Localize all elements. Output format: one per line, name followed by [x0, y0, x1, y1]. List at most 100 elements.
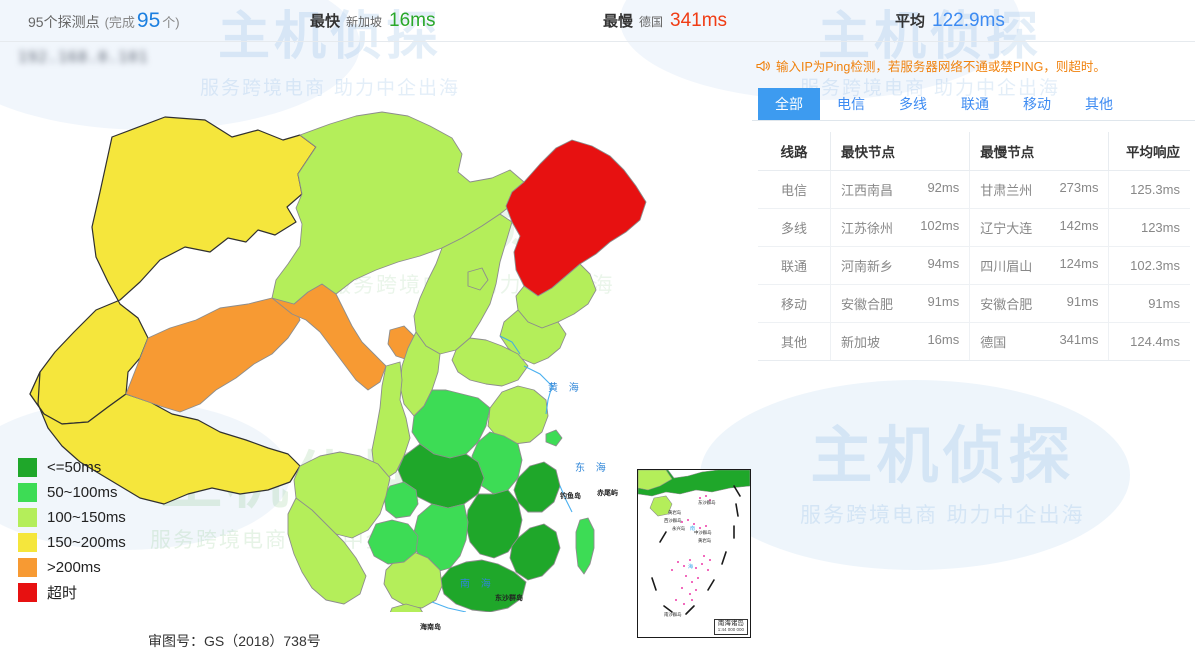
row-average-other: 124.4ms	[1108, 322, 1190, 361]
table-row[interactable]: 电信 江西南昌 92ms 甘肃兰州 273ms 125.3ms	[758, 170, 1190, 209]
average-label: 平均	[895, 12, 926, 30]
summary-header: 95个探测点 (完成 95 个) 最快 新加坡 16ms 最慢 德国 341ms…	[0, 0, 1195, 42]
fastest-node-name: 安徽合肥	[841, 297, 894, 312]
probe-open-paren: (完成	[104, 14, 135, 30]
island-label-hainan: 海南岛	[420, 624, 441, 631]
legend-label-le50ms: <=50ms	[47, 459, 102, 476]
target-ip-text: 192.168.0.101	[18, 48, 149, 66]
row-line-other[interactable]: 其他	[758, 322, 831, 361]
tab-other[interactable]: 其他	[1068, 88, 1130, 120]
average-summary: 平均 122.9ms	[895, 10, 1005, 32]
col-header-fastest-node: 最快节点	[830, 132, 971, 171]
average-value: 122.9ms	[932, 9, 1005, 31]
slowest-node-ms: 124ms	[1059, 256, 1099, 271]
inset-caption: 南海诸岛 1∶44 000 000	[713, 619, 748, 635]
table-row[interactable]: 其他 新加坡 16ms 德国 341ms 124.4ms	[758, 322, 1190, 361]
island-label-dongsha: 东沙群岛	[495, 595, 523, 602]
slowest-node: 德国	[639, 14, 664, 29]
slowest-node-name: 甘肃兰州	[980, 183, 1033, 198]
slowest-node-name: 四川眉山	[980, 259, 1033, 274]
tab-multiline[interactable]: 多线	[882, 88, 944, 120]
row-slowest-unicom: 四川眉山 124ms	[969, 246, 1110, 285]
inset-scale: 1∶44 000 000	[717, 627, 744, 633]
row-average-unicom: 102.3ms	[1108, 246, 1190, 285]
col-header-line: 线路	[758, 132, 831, 171]
svg-text:西沙群岛: 西沙群岛	[664, 517, 682, 524]
ping-notice: 输入IP为Ping检测，若服务器网络不通或禁PING，则超时。	[752, 42, 1195, 75]
province-taiwan[interactable]	[575, 517, 595, 575]
table-body: 电信 江西南昌 92ms 甘肃兰州 273ms 125.3ms 多线 江苏徐州 …	[758, 170, 1190, 361]
row-slowest-other: 德国 341ms	[969, 322, 1110, 361]
legend-label-timeout: 超时	[47, 585, 78, 602]
ping-results-table: 线路 最快节点 最慢节点 平均响应 电信 江西南昌 92ms 甘肃兰州 273m…	[758, 132, 1190, 361]
table-header-row: 线路 最快节点 最慢节点 平均响应	[758, 132, 1190, 171]
fastest-node: 新加坡	[346, 14, 383, 29]
slowest-node-name: 辽宁大连	[980, 221, 1033, 236]
slowest-node-name: 德国	[980, 335, 1007, 350]
province-shanghai[interactable]	[545, 429, 563, 447]
province-chongqing[interactable]	[383, 481, 419, 519]
row-fastest-telecom: 江西南昌 92ms	[830, 170, 971, 209]
legend-item: 超时	[18, 580, 126, 605]
slowest-value: 341ms	[670, 9, 728, 31]
col-header-average-response: 平均响应	[1108, 132, 1190, 171]
fastest-node-name: 江苏徐州	[841, 221, 894, 236]
row-average-multiline: 123ms	[1108, 208, 1190, 247]
row-fastest-other: 新加坡 16ms	[830, 322, 971, 361]
svg-text:海: 海	[688, 563, 693, 570]
legend-item: >200ms	[18, 555, 126, 580]
row-fastest-multiline: 江苏徐州 102ms	[830, 208, 971, 247]
fastest-node-ms: 94ms	[927, 256, 960, 271]
row-slowest-telecom: 甘肃兰州 273ms	[969, 170, 1110, 209]
province-zhejiang[interactable]	[513, 461, 561, 513]
svg-text:黄岩岛: 黄岩岛	[698, 537, 712, 544]
island-label-diaoyu: 钓鱼岛	[560, 493, 581, 500]
row-slowest-mobile: 安徽合肥 91ms	[969, 284, 1110, 323]
row-line-mobile[interactable]: 移动	[758, 284, 831, 323]
legend-swatch-gt200ms	[18, 558, 37, 577]
inset-title: 南海诸岛	[717, 620, 744, 628]
sea-label-yellow-sea: 黄 海	[548, 383, 583, 394]
row-line-unicom[interactable]: 联通	[758, 246, 831, 285]
fastest-node-name: 新加坡	[841, 335, 881, 350]
svg-text:东沙群岛: 东沙群岛	[698, 499, 716, 506]
ping-notice-text: 输入IP为Ping检测，若服务器网络不通或禁PING，则超时。	[776, 60, 1106, 74]
island-label-chiwei: 赤尾屿	[597, 490, 618, 497]
isp-tabs: 全部 电信 多线 联通 移动 其他	[752, 88, 1195, 121]
legend-label-50-100ms: 50~100ms	[47, 484, 118, 501]
legend-swatch-50-100ms	[18, 483, 37, 502]
legend-swatch-100-150ms	[18, 508, 37, 527]
tab-unicom[interactable]: 联通	[944, 88, 1006, 120]
horn-icon-svg	[756, 60, 770, 71]
svg-text:中沙群岛: 中沙群岛	[694, 529, 712, 536]
province-qinghai[interactable]	[125, 297, 301, 413]
probe-completed-count: 95	[136, 8, 161, 32]
slowest-node-ms: 273ms	[1059, 180, 1099, 195]
fastest-node-name: 江西南昌	[841, 183, 894, 198]
legend-item: <=50ms	[18, 455, 126, 480]
map-legend: <=50ms 50~100ms 100~150ms 150~200ms >200…	[18, 455, 126, 605]
tab-mobile[interactable]: 移动	[1006, 88, 1068, 120]
legend-item: 100~150ms	[18, 505, 126, 530]
inset-island-text: 东沙群岛 黄岩岛 西沙群岛 永兴岛 中沙群岛 黄岩岛 南沙群岛	[664, 499, 716, 618]
table-row[interactable]: 移动 安徽合肥 91ms 安徽合肥 91ms 91ms	[758, 284, 1190, 323]
table-row[interactable]: 联通 河南新乡 94ms 四川眉山 124ms 102.3ms	[758, 246, 1190, 285]
row-fastest-unicom: 河南新乡 94ms	[830, 246, 971, 285]
fastest-label: 最快	[310, 12, 341, 30]
row-line-telecom[interactable]: 电信	[758, 170, 831, 209]
slowest-node-ms: 142ms	[1059, 218, 1099, 233]
legend-label-100-150ms: 100~150ms	[47, 509, 126, 526]
sea-label-east-sea: 东 海	[575, 463, 610, 474]
tab-telecom[interactable]: 电信	[820, 88, 882, 120]
svg-text:永兴岛: 永兴岛	[672, 525, 686, 532]
fastest-node-ms: 91ms	[927, 294, 960, 309]
row-line-multiline[interactable]: 多线	[758, 208, 831, 247]
fastest-node-name: 河南新乡	[841, 259, 894, 274]
svg-text:南沙群岛: 南沙群岛	[664, 611, 682, 618]
table-row[interactable]: 多线 江苏徐州 102ms 辽宁大连 142ms 123ms	[758, 208, 1190, 247]
tab-all[interactable]: 全部	[758, 88, 820, 120]
row-average-telecom: 125.3ms	[1108, 170, 1190, 209]
slowest-label: 最慢	[603, 12, 634, 30]
probe-close-paren: 个)	[162, 14, 180, 30]
south-china-sea-inset[interactable]: 南海 东沙群岛 黄岩岛 西沙群岛 永兴岛 中沙群岛 黄岩岛 南沙群岛 南海诸岛 …	[637, 469, 751, 638]
